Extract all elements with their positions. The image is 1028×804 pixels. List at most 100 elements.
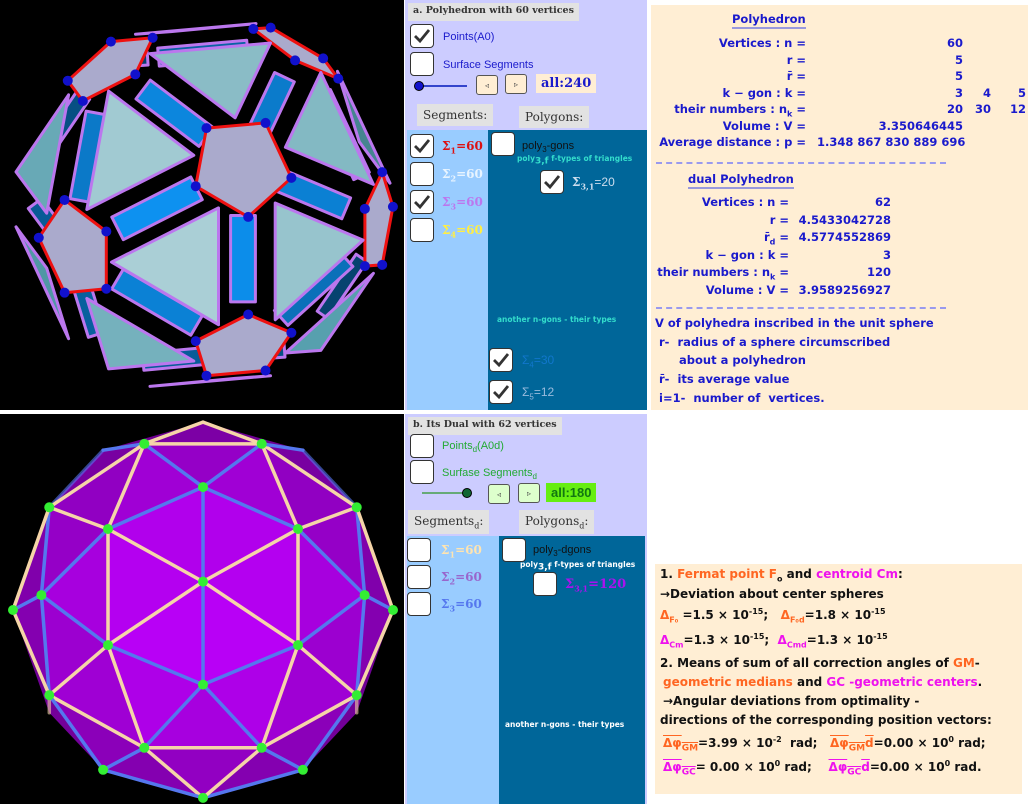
dual-step-back-button[interactable]: ◃ <box>488 484 510 504</box>
fermat-point-label: Fermat point Fo <box>677 567 782 583</box>
polyhedron-3d-view[interactable] <box>0 0 404 410</box>
phi-gmd-label: ΔφGMd <box>830 736 874 753</box>
sigma31-checkbox[interactable] <box>540 170 564 194</box>
label-text: k − gon : k = <box>722 85 806 100</box>
step-back-button[interactable]: ◃ <box>476 75 498 95</box>
label-text: Vertices : n = <box>718 36 806 50</box>
deviation-info-panel: 1. Fermat point Fo and centroid Cm: →Dev… <box>655 564 1022 794</box>
vertex-point <box>388 605 398 615</box>
phi-d: d <box>861 760 870 774</box>
dual-segment-2-checkbox[interactable] <box>407 565 431 589</box>
delta-cm-exp: -15 <box>749 632 765 641</box>
dual-segments-slider[interactable] <box>422 492 467 494</box>
vertex-point <box>265 22 276 33</box>
label-text: their numbers : n <box>674 102 788 116</box>
dual-polyhedron-3d-view[interactable] <box>0 414 404 804</box>
dual-surface-segments-checkbox[interactable] <box>410 460 434 484</box>
dual-row-label: their numbers : nk = <box>657 265 789 281</box>
vertex-point <box>333 73 344 84</box>
dual-polyhedron-heading: dual Polyhedron <box>688 172 794 189</box>
vertex-point <box>351 502 362 513</box>
dual-surface-segments-label: Surfase Segmentsd <box>442 467 537 481</box>
segment-1-label: Σ1=60 <box>442 139 483 155</box>
phi-gc-label: ΔφGC <box>663 760 696 778</box>
polygon-others-1-checkbox[interactable] <box>489 348 513 372</box>
polyhedron-canvas[interactable] <box>0 0 404 410</box>
info-row-value: 3.350646445 <box>878 118 963 133</box>
surface-segments-checkbox[interactable] <box>410 52 434 76</box>
vertex-point <box>105 36 116 47</box>
poly-prefix: poly <box>533 544 554 556</box>
delta-cm-value: =1.3 × 10 <box>683 633 750 647</box>
heading-text: Polyhedron <box>732 12 806 29</box>
segment-2-checkbox[interactable] <box>410 162 434 186</box>
note-line: r̄- its average value <box>655 372 790 387</box>
unit: rad; <box>954 736 986 750</box>
poly-suffix: -dgons <box>557 544 592 556</box>
vertex-point <box>243 211 254 222</box>
segment-4-checkbox[interactable] <box>410 218 434 242</box>
surface-segments-label: Surface Segments <box>443 59 534 71</box>
geometric-centers-label: -geometric centers <box>845 675 978 689</box>
fermat-text: Fermat point F <box>677 567 777 581</box>
angular-deviation-heading: →Angular deviations from optimality - <box>663 694 920 708</box>
unit: rad. <box>950 760 982 774</box>
dual-all-count-badge: all:180 <box>546 483 597 502</box>
vertex-point <box>147 32 158 43</box>
vertex-point <box>293 523 303 534</box>
unit: rad; <box>780 760 825 774</box>
segment-4-label: Σ4=60 <box>442 223 483 239</box>
dual-another-ngons-label: another n-gons - their types <box>505 720 625 729</box>
phi-gcd-value: =0.00 × 10 <box>869 760 945 774</box>
label-text: Volume : V = <box>722 118 806 133</box>
period: . <box>977 675 983 689</box>
segment-3-checkbox[interactable] <box>410 190 434 214</box>
vertex-point <box>387 201 398 212</box>
label-suffix: = <box>775 230 789 244</box>
centroid-label: centroid Cm <box>816 567 898 581</box>
delta-symbol: Δ <box>777 633 787 647</box>
vertex-point <box>290 55 301 66</box>
step-forward-icon: ▹ <box>526 488 531 498</box>
dual-segment-3-checkbox[interactable] <box>407 592 431 616</box>
points-checkbox[interactable] <box>410 24 434 48</box>
dual-polyhedron-canvas[interactable] <box>0 414 404 804</box>
dual-step-forward-button[interactable]: ▹ <box>518 483 540 503</box>
phi-sub: GC <box>681 767 696 778</box>
info-row-label: Volume : V = <box>723 119 806 133</box>
sigma-value: =20 <box>594 175 615 189</box>
means-line: 2. Means of sum of all correction angles… <box>660 656 980 670</box>
delta-f0d-label: ΔF₀d <box>781 608 805 624</box>
note-line: i=1- number of vertices. <box>655 390 825 405</box>
sigma-sub: 3,1 <box>574 583 589 594</box>
dual-sigma31-checkbox[interactable] <box>533 572 557 596</box>
dual-f-types-label: poly3,f f-types of triangles <box>520 560 635 573</box>
phi-symbol: Δφ <box>663 760 682 774</box>
vertex-point <box>318 53 329 64</box>
poly3-gons-checkbox[interactable] <box>491 132 515 156</box>
poly3-dgons-checkbox[interactable] <box>502 538 526 562</box>
panel-title: a. Polyhedron with 60 vertices <box>408 3 579 21</box>
note-line: r- radius of a sphere circumscribed <box>655 334 891 349</box>
dual-segment-1-checkbox[interactable] <box>407 538 431 562</box>
dual-segments-slider-handle[interactable] <box>462 488 472 498</box>
note-line: about a polyhedron <box>655 353 806 368</box>
segment-1-checkbox[interactable] <box>410 134 434 158</box>
polyhedron-control-panel: a. Polyhedron with 60 vertices Points(A0… <box>405 0 647 410</box>
phi-gc-value: = 0.00 × 10 <box>695 760 775 774</box>
step-forward-button[interactable]: ▹ <box>505 74 527 94</box>
dual-points-checkbox[interactable] <box>410 434 434 458</box>
polygon-others-2-checkbox[interactable] <box>489 380 513 404</box>
segments-slider-handle[interactable] <box>414 81 424 91</box>
vertex-point <box>359 261 370 272</box>
dual-segments-header: Segmentsd: <box>408 510 490 535</box>
surface-text: Surfase Segments <box>442 467 533 479</box>
vertex-point <box>198 679 208 690</box>
vertex-point <box>98 764 109 775</box>
fermat-centroid-line: 1. Fermat point Fo and centroid Cm: <box>660 567 903 583</box>
dual-row-label: Volume : V = <box>706 283 789 297</box>
vertex-point <box>33 232 44 243</box>
segments-suffix: : <box>479 514 484 528</box>
poly3-dgons-label: poly3-dgons <box>533 544 591 558</box>
segments-slider[interactable] <box>419 85 467 87</box>
